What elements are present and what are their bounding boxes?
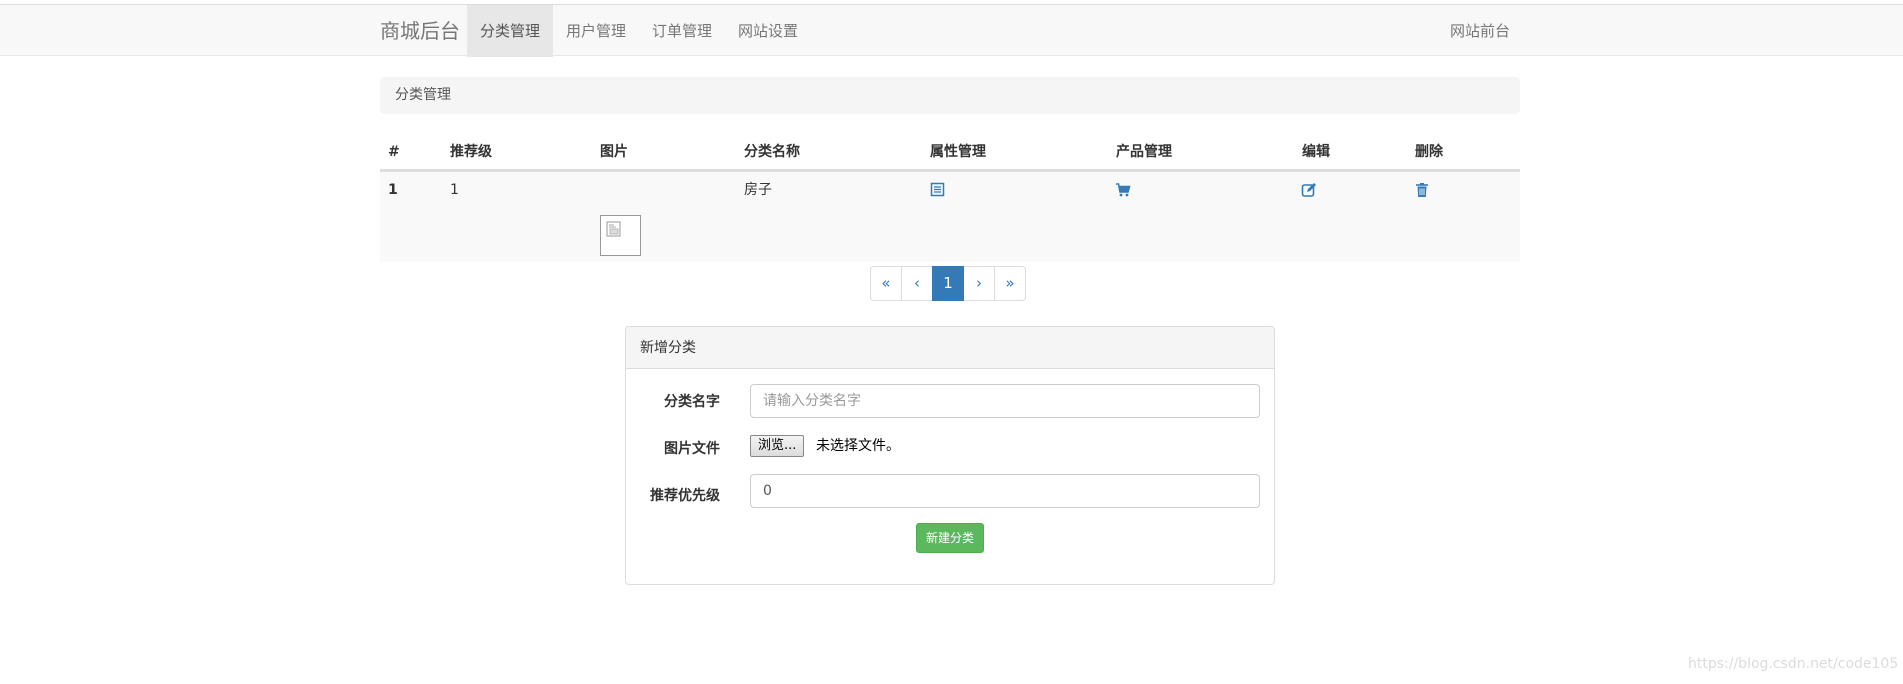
- image-file-label: 图片文件: [664, 441, 720, 457]
- category-name-input[interactable]: [750, 384, 1260, 418]
- create-category-button[interactable]: 新建分类: [916, 523, 985, 553]
- nav-item-users[interactable]: 用户管理: [553, 5, 639, 57]
- add-category-panel: 新增分类 分类名字 图片文件 浏览... 未选择文件。 推荐优先级 新建分类: [625, 326, 1275, 585]
- priority-input[interactable]: [750, 474, 1260, 508]
- edit-icon[interactable]: [1301, 182, 1317, 198]
- category-name-label: 分类名字: [664, 394, 720, 410]
- panel-title: 新增分类: [626, 327, 1274, 369]
- row-priority: 1: [450, 182, 459, 198]
- shopping-cart-icon[interactable]: [1115, 182, 1131, 198]
- trash-icon[interactable]: [1414, 182, 1430, 198]
- table-header-row: # 推荐级 图片 分类名称 属性管理 产品管理 编辑 删除: [380, 136, 1520, 171]
- nav-item-orders[interactable]: 订单管理: [639, 5, 725, 57]
- pagination-last[interactable]: »: [994, 266, 1026, 301]
- pagination-page-1[interactable]: 1: [932, 266, 964, 301]
- column-header-edit: 编辑: [1302, 144, 1330, 160]
- column-header-name: 分类名称: [744, 144, 800, 160]
- page-title: 分类管理: [380, 77, 1520, 114]
- row-id: 1: [388, 182, 398, 198]
- brand-title[interactable]: 商城后台: [380, 5, 460, 57]
- list-icon[interactable]: [930, 182, 946, 198]
- column-header-products: 产品管理: [1116, 144, 1172, 160]
- category-thumbnail: [600, 215, 641, 256]
- column-header-delete: 删除: [1415, 144, 1443, 160]
- pagination: « ‹ 1 › »: [870, 266, 1026, 301]
- column-header-id: #: [388, 144, 400, 160]
- watermark-text: https://blog.csdn.net/code105: [1688, 656, 1899, 672]
- file-status-text: 未选择文件。: [816, 438, 900, 454]
- column-header-properties: 属性管理: [930, 144, 986, 160]
- pagination-next[interactable]: ›: [963, 266, 995, 301]
- column-header-image: 图片: [600, 144, 628, 160]
- pagination-first[interactable]: «: [870, 266, 902, 301]
- table-row: 1 1 房子: [380, 171, 1520, 262]
- broken-image-icon: [606, 221, 621, 237]
- pagination-prev[interactable]: ‹: [901, 266, 933, 301]
- browse-file-button[interactable]: 浏览...: [750, 435, 805, 457]
- nav-item-category[interactable]: 分类管理: [467, 5, 553, 57]
- nav-item-storefront[interactable]: 网站前台: [1430, 5, 1530, 57]
- category-table: # 推荐级 图片 分类名称 属性管理 产品管理 编辑 删除 1 1 房子: [380, 136, 1520, 262]
- row-category-name: 房子: [744, 182, 772, 198]
- priority-label: 推荐优先级: [650, 488, 720, 504]
- top-navbar: 商城后台 分类管理 用户管理 订单管理 网站设置 网站前台: [0, 4, 1903, 57]
- nav-item-settings[interactable]: 网站设置: [725, 5, 811, 57]
- column-header-priority: 推荐级: [450, 144, 492, 160]
